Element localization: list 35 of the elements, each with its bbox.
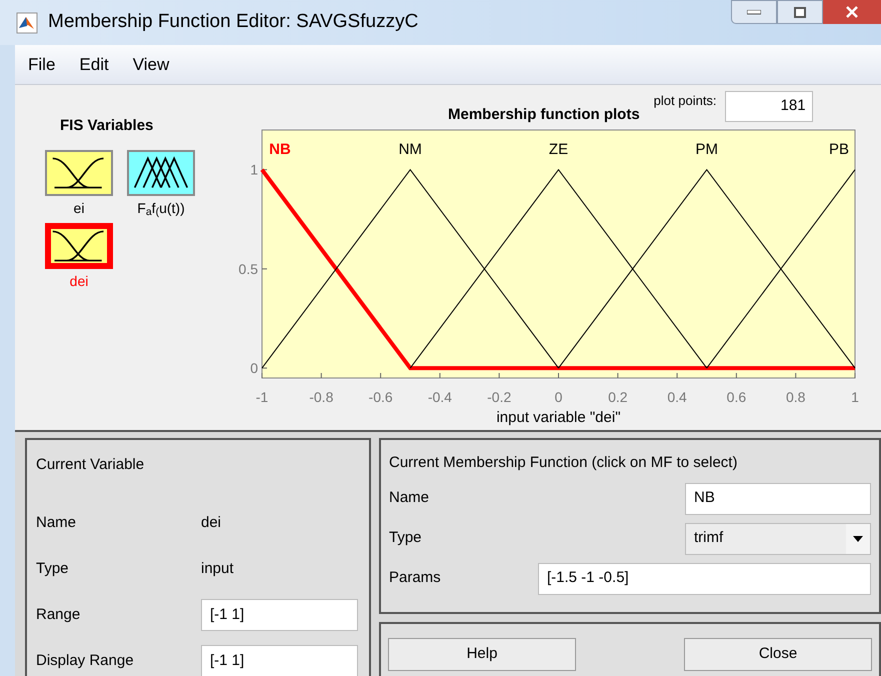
x-axis-label: input variable "dei" [496, 409, 621, 426]
x-tick-label: -1 [256, 389, 268, 405]
y-tick-label: 0 [250, 360, 258, 376]
mf-label: PM [696, 141, 718, 158]
mf-label: NM [398, 141, 422, 158]
x-tick-label: 0.2 [608, 389, 628, 405]
mf-type-label: Type [389, 528, 422, 548]
y-tick-label: 1 [250, 162, 258, 178]
mf-label: NB [269, 141, 291, 158]
x-tick-label: 0.8 [786, 389, 806, 405]
mf-name-label: Name [389, 488, 430, 508]
variable-type-value: input [201, 558, 235, 579]
x-tick-label: -0.2 [487, 389, 512, 405]
x-tick-label: -0.6 [368, 389, 393, 405]
window-title: Membership Function Editor: SAVGSfuzzyC [48, 10, 418, 34]
display-range-label: Display Range [36, 650, 135, 671]
y-tick-label: 0.5 [238, 260, 258, 277]
x-tick-label: 1 [851, 389, 859, 405]
params-label: Params [389, 568, 441, 588]
plot-points-label: plot points: [654, 92, 717, 110]
x-tick-label: 0.4 [667, 389, 687, 405]
current-variable-title: Current Variable [36, 455, 146, 475]
current-mf-title: Current Membership Function (click on MF to select) [389, 453, 738, 473]
x-tick-label: -0.8 [309, 389, 334, 405]
range-label: Range [36, 604, 82, 625]
type-label: Type [36, 558, 70, 579]
mf-label: ZE [548, 141, 568, 158]
x-tick-label: 0.6 [726, 389, 746, 405]
x-tick-label: -0.4 [428, 389, 452, 405]
fis-variables-title: FIS Variables [60, 116, 154, 136]
name-label: Name [36, 512, 78, 533]
variable-name-value: dei [201, 512, 222, 533]
plot-title: Membership function plots [448, 104, 640, 124]
mf-label: PB [829, 141, 849, 158]
x-tick-label: 0 [554, 389, 562, 405]
